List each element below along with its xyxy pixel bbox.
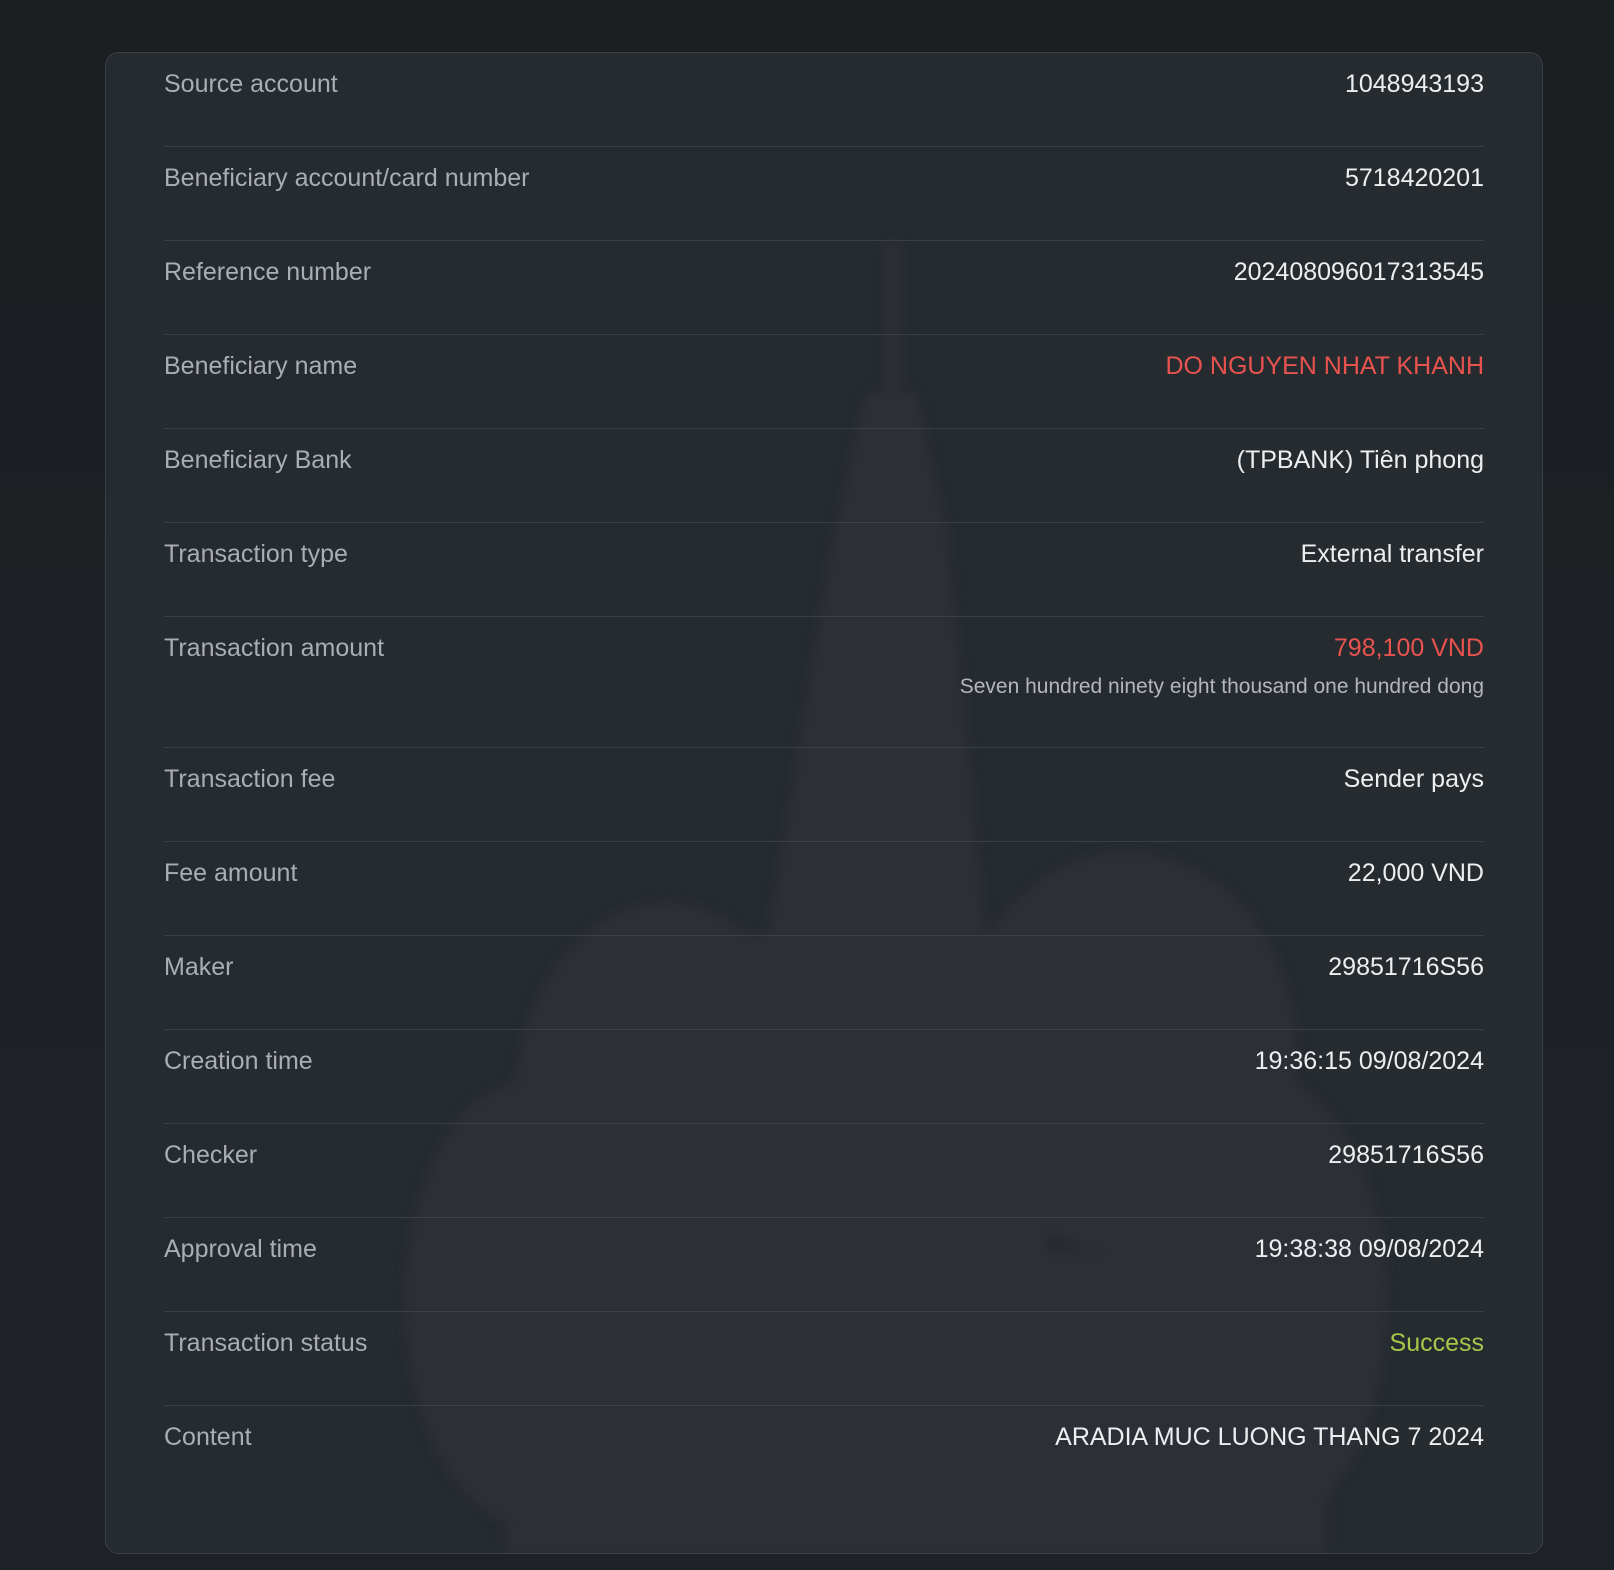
row-fee-amount: Fee amount 22,000 VND (164, 842, 1484, 936)
value: 798,100 VND (1333, 634, 1484, 662)
label: Transaction amount (164, 634, 385, 662)
row-creation-time: Creation time 19:36:15 09/08/2024 (164, 1030, 1484, 1124)
value: External transfer (1300, 540, 1484, 568)
value: 19:38:38 09/08/2024 (1254, 1235, 1484, 1263)
value: 19:36:15 09/08/2024 (1254, 1047, 1484, 1075)
row-beneficiary-bank: Beneficiary Bank (TPBANK) Tiên phong (164, 429, 1484, 523)
page: Source account 1048943193 Beneficiary ac… (0, 0, 1614, 1570)
details-list: Source account 1048943193 Beneficiary ac… (164, 53, 1484, 1500)
value: (TPBANK) Tiên phong (1236, 446, 1484, 474)
value: DO NGUYEN NHAT KHANH (1165, 352, 1484, 380)
label: Beneficiary name (164, 352, 358, 380)
row-reference-number: Reference number 202408096017313545 (164, 241, 1484, 335)
row-approval-time: Approval time 19:38:38 09/08/2024 (164, 1218, 1484, 1312)
row-transaction-amount: Transaction amount 798,100 VND Seven hun… (164, 617, 1484, 748)
value: 29851716S56 (1328, 1141, 1484, 1169)
row-beneficiary-account: Beneficiary account/card number 57184202… (164, 147, 1484, 241)
label: Content (164, 1423, 252, 1451)
value: 202408096017313545 (1233, 258, 1484, 286)
label: Reference number (164, 258, 372, 286)
row-beneficiary-name: Beneficiary name DO NGUYEN NHAT KHANH (164, 335, 1484, 429)
value: ARADIA MUC LUONG THANG 7 2024 (1055, 1423, 1484, 1451)
label: Source account (164, 70, 338, 98)
amount-in-words: Seven hundred ninety eight thousand one … (959, 675, 1484, 698)
row-source-account: Source account 1048943193 (164, 53, 1484, 147)
label: Fee amount (164, 859, 298, 887)
status-badge: Success (1389, 1329, 1484, 1357)
row-maker: Maker 29851716S56 (164, 936, 1484, 1030)
label: Transaction status (164, 1329, 368, 1357)
label: Creation time (164, 1047, 313, 1075)
label: Beneficiary account/card number (164, 164, 530, 192)
label: Checker (164, 1141, 258, 1169)
label: Maker (164, 953, 234, 981)
label: Transaction type (164, 540, 348, 568)
label: Transaction fee (164, 765, 336, 793)
value: 29851716S56 (1328, 953, 1484, 981)
row-transaction-status: Transaction status Success (164, 1312, 1484, 1406)
value: 5718420201 (1344, 164, 1484, 192)
row-transaction-type: Transaction type External transfer (164, 523, 1484, 617)
row-checker: Checker 29851716S56 (164, 1124, 1484, 1218)
value: 22,000 VND (1347, 859, 1484, 887)
row-transaction-fee: Transaction fee Sender pays (164, 748, 1484, 842)
row-content: Content ARADIA MUC LUONG THANG 7 2024 (164, 1406, 1484, 1500)
value: Sender pays (1343, 765, 1484, 793)
value: 1048943193 (1344, 70, 1484, 98)
label: Approval time (164, 1235, 317, 1263)
transaction-details-card: Source account 1048943193 Beneficiary ac… (105, 52, 1543, 1554)
label: Beneficiary Bank (164, 446, 352, 474)
